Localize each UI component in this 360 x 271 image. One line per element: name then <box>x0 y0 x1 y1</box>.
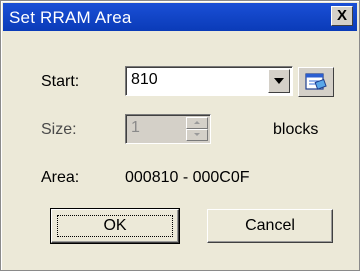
size-label: Size: <box>41 121 77 138</box>
size-spinbox[interactable]: 1 <box>125 114 211 144</box>
dialog-title: Set RRAM Area <box>9 8 132 27</box>
ok-button[interactable]: OK <box>50 208 180 244</box>
set-rram-area-dialog: Set RRAM Area X Start: 810 Size: 1 block… <box>0 0 360 271</box>
spin-up-icon[interactable] <box>186 117 208 129</box>
cancel-label: Cancel <box>245 217 295 234</box>
area-value: 000810 - 000C0F <box>125 169 250 186</box>
size-spinner <box>186 117 208 141</box>
close-icon: X <box>336 7 347 24</box>
area-label: Area: <box>41 169 80 186</box>
start-combobox[interactable]: 810 <box>125 66 293 96</box>
size-unit-label: blocks <box>273 121 319 138</box>
start-label: Start: <box>41 73 80 90</box>
spin-down-icon[interactable] <box>186 129 208 141</box>
size-value[interactable]: 1 <box>131 119 140 137</box>
cancel-button[interactable]: Cancel <box>207 209 333 243</box>
title-bar[interactable]: Set RRAM Area X <box>3 3 357 31</box>
chevron-down-icon[interactable] <box>268 69 290 93</box>
ok-label: OK <box>103 217 127 234</box>
ok-focus-rect: OK <box>57 215 173 237</box>
close-button[interactable]: X <box>331 6 353 26</box>
start-value[interactable]: 810 <box>131 71 158 89</box>
memory-map-icon <box>305 73 327 90</box>
start-picker-button[interactable] <box>298 67 334 97</box>
